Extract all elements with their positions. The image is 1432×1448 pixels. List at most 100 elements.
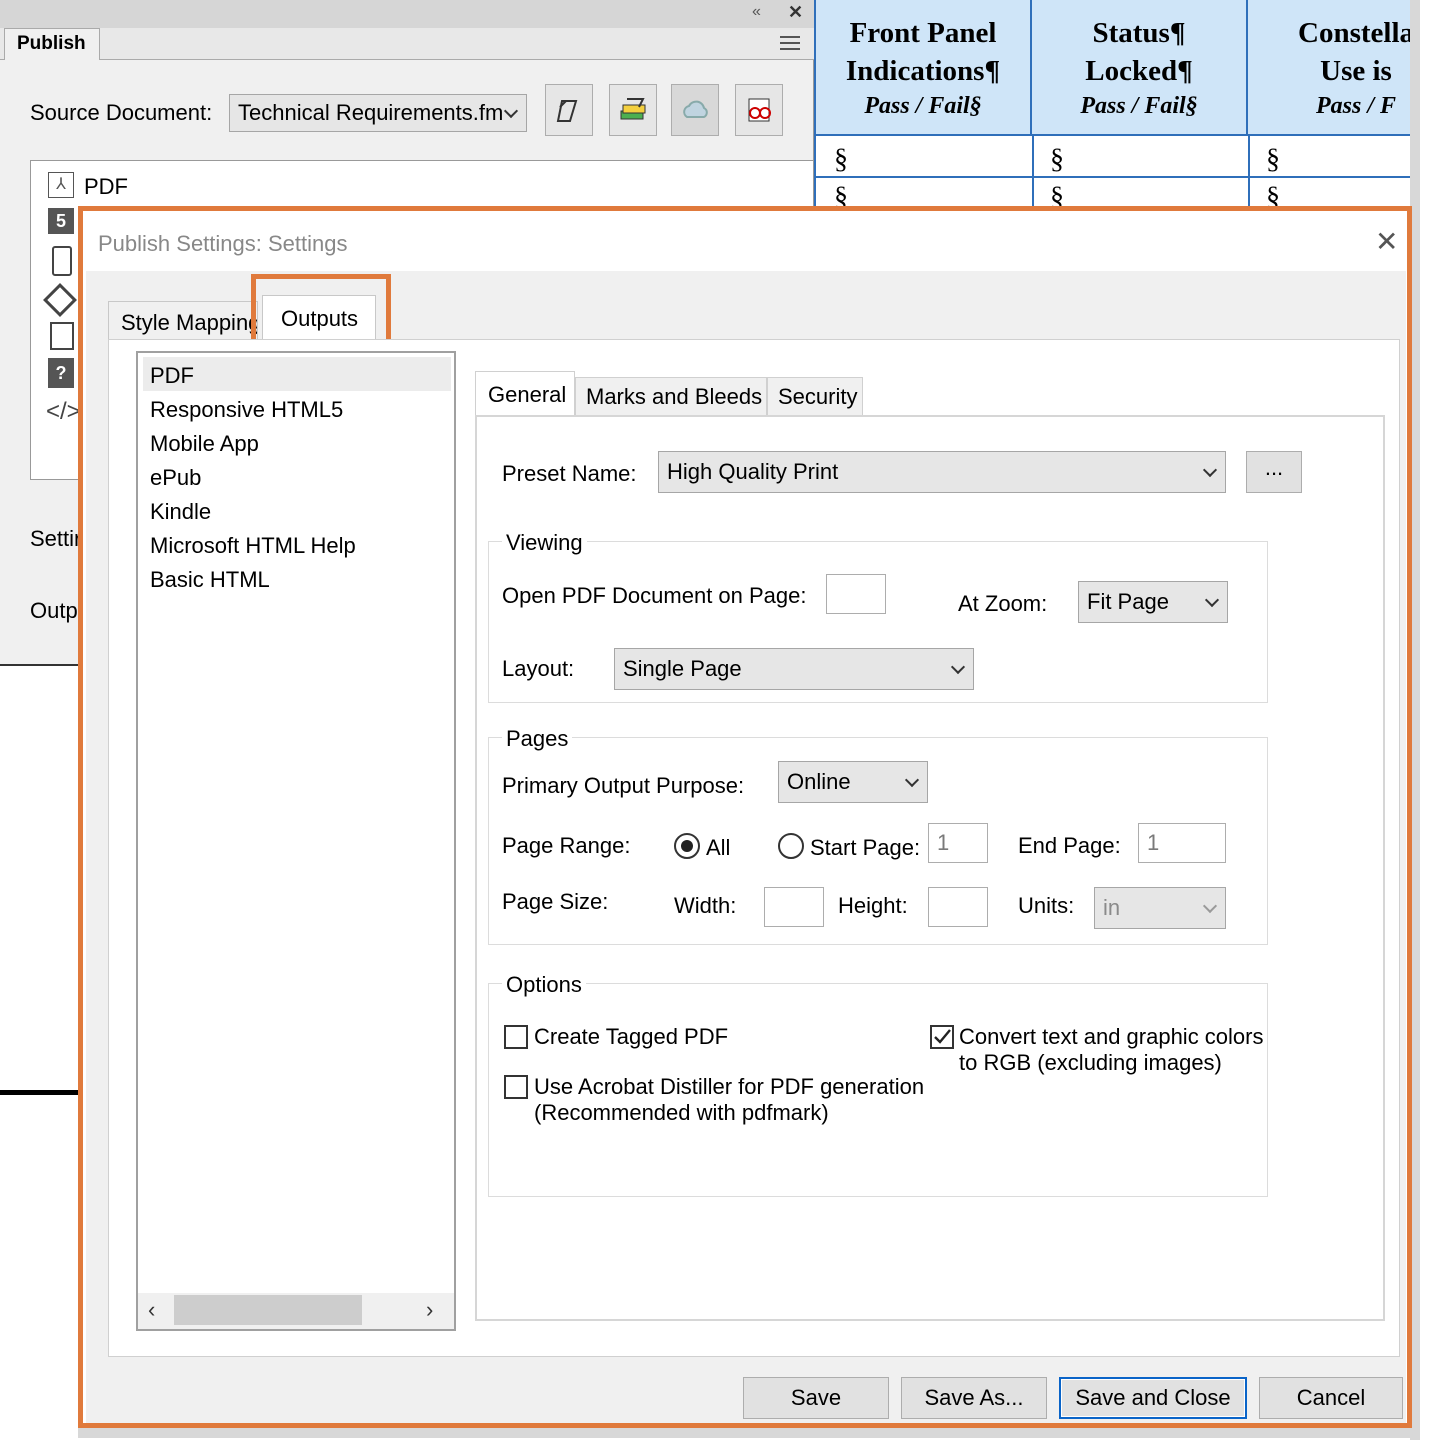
format-item-epub[interactable]: ePub [150,465,201,491]
header-front-panel-line2: Indications¶ [845,55,1001,87]
save-as-button[interactable]: Save As... [901,1377,1047,1419]
distiller-checkbox[interactable] [504,1075,528,1099]
html5-output-icon: 5 [48,208,74,234]
view-output-button[interactable] [735,84,783,136]
distiller-label-line1[interactable]: Use Acrobat Distiller for PDF generation [534,1074,924,1100]
page-range-all-radio[interactable] [674,833,700,859]
table-row-divider [816,176,1410,178]
save-button-label: Save [790,1385,842,1410]
header-constellation: Constella Use is Pass / F [1248,0,1410,136]
tagged-pdf-label[interactable]: Create Tagged PDF [534,1024,728,1050]
checkmark-icon [934,1029,951,1044]
units-label: Units: [1018,893,1075,918]
page-range-label: Page Range: [502,833,631,858]
view-output-icon [748,98,771,122]
scroll-right-icon[interactable]: › [426,1297,433,1323]
generate-output-button[interactable] [609,84,657,136]
page-range-all-label[interactable]: All [706,835,730,861]
rgb-label-line1[interactable]: Convert text and graphic colors [959,1024,1264,1050]
scrollbar-thumb[interactable] [174,1295,362,1325]
page-size-label: Page Size: [502,889,609,914]
preset-browse-button[interactable]: ... [1246,451,1302,493]
format-item-responsive-html5[interactable]: Responsive HTML5 [150,397,343,423]
format-item-mobile-app[interactable]: Mobile App [150,431,259,457]
preset-name-select[interactable]: High Quality Print [658,451,1226,493]
edit-document-icon [556,100,578,122]
header-status-line1: Status¶ [1092,17,1186,49]
mobile-app-icon [52,246,72,276]
rgb-label-line2[interactable]: to RGB (excluding images) [959,1050,1222,1076]
format-item-kindle[interactable]: Kindle [150,499,211,525]
distiller-label-line2[interactable]: (Recommended with pdfmark) [534,1100,829,1126]
header-status-line2: Locked¶ [1085,55,1193,87]
preset-browse-label: ... [1264,455,1284,480]
header-constellation-line3: Pass / F [1315,93,1396,119]
close-icon[interactable]: ✕ [788,2,803,23]
subtab-general[interactable]: General [475,371,575,415]
output-purpose-select[interactable]: Online [778,761,928,803]
panel-list-item-pdf[interactable]: PDF [84,174,128,200]
layout-select[interactable]: Single Page [614,648,974,690]
cancel-button-label: Cancel [1296,1385,1366,1410]
save-and-close-button[interactable]: Save and Close [1059,1377,1247,1419]
format-item-ms-html-help[interactable]: Microsoft HTML Help [150,533,356,559]
panel-menu-icon[interactable] [780,36,800,50]
publish-cloud-button[interactable] [671,84,719,136]
viewing-title: Viewing [502,530,587,556]
scroll-left-icon[interactable]: ‹ [148,1297,155,1323]
cancel-button[interactable]: Cancel [1259,1377,1403,1419]
height-input[interactable] [928,887,988,927]
panel-tab-strip [0,28,814,60]
dialog-close-icon[interactable]: ✕ [1375,225,1398,258]
zoom-label: At Zoom: [958,591,1048,616]
subtab-general-label: General [488,382,567,407]
pages-title: Pages [502,726,573,752]
width-input[interactable] [764,887,824,927]
header-status-locked: Status¶ Locked¶ Pass / Fail§ [1032,0,1248,136]
collapse-icon[interactable]: « [752,3,761,21]
preset-name-label: Preset Name: [502,461,637,486]
end-page-input[interactable]: 1 [1138,823,1226,863]
settings-label: Settir [30,526,82,551]
subtab-marks-bleeds-label: Marks and Bleeds [586,384,763,409]
rgb-checkbox[interactable] [930,1025,954,1049]
table-cell: § [1050,144,1064,175]
requirements-table: Front Panel Indications¶ Pass / Fail§ St… [814,0,1410,210]
zoom-value: Fit Page [1087,589,1169,614]
header-constellation-line2: Use is [1320,55,1392,87]
output-purpose-value: Online [787,769,851,794]
tab-style-mapping[interactable]: Style Mapping [108,301,258,339]
html-help-icon: ? [48,358,74,388]
open-page-label: Open PDF Document on Page: [502,583,807,608]
open-page-input[interactable] [826,574,886,614]
units-select[interactable]: in [1094,887,1226,929]
source-document-value: Technical Requirements.fm [238,100,504,125]
table-col-divider [1032,136,1034,210]
options-title: Options [502,972,586,998]
publish-settings-dialog: Publish Settings: Settings ✕ Style Mappi… [78,206,1412,1428]
width-label: Width: [674,893,737,918]
tagged-pdf-checkbox[interactable] [504,1025,528,1049]
save-button[interactable]: Save [743,1377,889,1419]
subtab-marks-bleeds[interactable]: Marks and Bleeds [575,377,767,415]
format-item-pdf[interactable]: PDF [150,363,194,389]
start-page-label[interactable]: Start Page: [810,835,920,861]
end-page-value: 1 [1147,830,1160,855]
publish-tab[interactable]: Publish [4,28,100,60]
format-item-basic-html[interactable]: Basic HTML [150,567,270,593]
subtab-security[interactable]: Security [767,377,863,415]
edit-document-button[interactable] [545,84,593,136]
start-page-input[interactable]: 1 [928,823,988,863]
zoom-select[interactable]: Fit Page [1078,581,1228,623]
layout-label: Layout: [502,656,575,681]
publish-tab-label: Publish [17,33,86,54]
output-purpose-label: Primary Output Purpose: [502,773,745,798]
kindle-output-icon [50,322,74,350]
pdf-output-icon: ⅄ [48,172,74,198]
dialog-title: Publish Settings: Settings [98,231,348,256]
page-range-start-radio[interactable] [778,833,804,859]
header-constellation-line1: Constella [1298,17,1410,49]
horizontal-scrollbar[interactable]: ‹ › [138,1293,454,1329]
start-page-value: 1 [937,830,950,855]
source-document-select[interactable]: Technical Requirements.fm [229,94,527,132]
